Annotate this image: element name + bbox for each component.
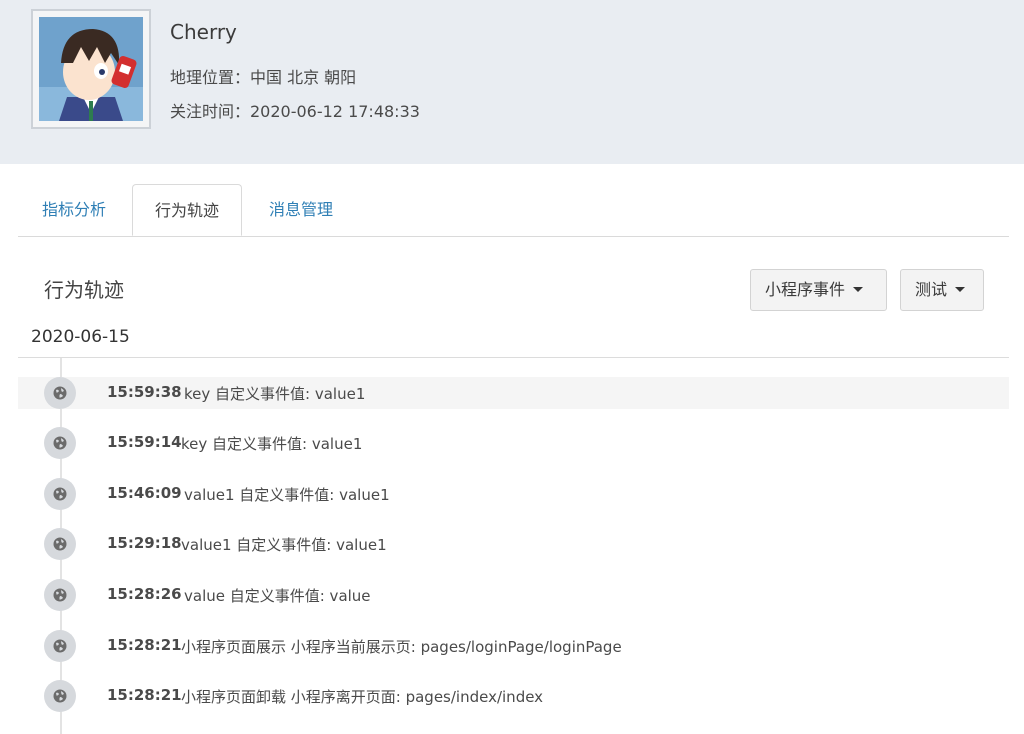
event-time: 15:28:21 [107,686,182,704]
event-time: 15:28:21 [107,636,182,654]
timeline-event: 15:28:21 小程序页面卸载 小程序离开页面: pages/index/in… [18,680,1009,712]
divider [18,357,1009,358]
event-description: value1 自定义事件值: value1 [181,536,387,554]
event-time: 15:59:14 [107,433,182,451]
section-title: 行为轨迹 [44,278,124,302]
event-description: 小程序页面展示 小程序当前展示页: pages/loginPage/loginP… [181,638,622,656]
profile-header: Cherry 地理位置：中国 北京 朝阳 关注时间：2020-06-12 17:… [0,0,1024,164]
tab-metrics-analysis[interactable]: 指标分析 [18,184,130,236]
timeline-event: 15:28:26 value 自定义事件值: value [18,579,1009,611]
globe-icon [44,427,76,459]
event-description: key 自定义事件值: value1 [181,435,363,453]
tab-message-management[interactable]: 消息管理 [244,184,358,236]
tab-bar: 指标分析 行为轨迹 消息管理 [18,184,1009,237]
event-type-dropdown[interactable]: 小程序事件 [750,269,887,311]
event-description: value 自定义事件值: value [184,587,371,605]
timeline-event: 15:59:14 key 自定义事件值: value1 [18,427,1009,459]
avatar-image [39,17,143,121]
globe-icon [44,680,76,712]
timeline-date: 2020-06-15 [31,327,130,347]
caret-down-icon [955,287,966,292]
globe-icon [44,377,76,409]
globe-icon [44,630,76,662]
timeline-event: 15:29:18 value1 自定义事件值: value1 [18,528,1009,560]
timeline-event: 15:28:21 小程序页面展示 小程序当前展示页: pages/loginPa… [18,630,1009,662]
follow-time-text: 关注时间：2020-06-12 17:48:33 [170,102,420,121]
globe-icon [44,528,76,560]
event-time: 15:28:26 [107,585,182,603]
environment-dropdown[interactable]: 测试 [900,269,984,311]
avatar [31,9,151,129]
event-time: 15:59:38 [107,383,182,401]
event-description: key 自定义事件值: value1 [184,385,366,403]
timeline-event: 15:59:38 key 自定义事件值: value1 [18,377,1009,409]
user-name: Cherry [170,20,237,44]
location-text: 地理位置：中国 北京 朝阳 [170,68,357,87]
caret-down-icon [853,287,864,292]
globe-icon [44,478,76,510]
event-description: value1 自定义事件值: value1 [184,486,390,504]
event-time: 15:29:18 [107,534,182,552]
event-time: 15:46:09 [107,484,182,502]
event-type-dropdown-label: 小程序事件 [765,280,846,299]
tab-behavior-trail[interactable]: 行为轨迹 [132,184,242,236]
event-description: 小程序页面卸载 小程序离开页面: pages/index/index [181,688,544,706]
globe-icon [44,579,76,611]
timeline-event: 15:46:09 value1 自定义事件值: value1 [18,478,1009,510]
environment-dropdown-label: 测试 [915,280,948,299]
